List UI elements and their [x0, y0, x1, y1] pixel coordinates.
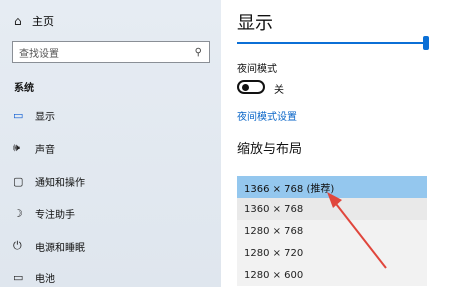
- brightness-slider-track[interactable]: [237, 42, 427, 44]
- display-settings-panel: 显示 夜间模式 关 夜间模式设置 缩放与布局 1366 × 768 (推荐) 1…: [221, 0, 466, 287]
- search-placeholder: 查找设置: [19, 48, 59, 60]
- search-input[interactable]: 查找设置 ⚲: [12, 41, 210, 63]
- night-mode-toggle[interactable]: [237, 80, 265, 94]
- resolution-option[interactable]: 1360 × 768: [237, 198, 427, 220]
- sidebar-item-label: 声音: [35, 144, 55, 156]
- sidebar-item-focus-assist[interactable]: ☽ 专注助手: [0, 200, 221, 226]
- sidebar-item-display[interactable]: ▭ 显示: [0, 102, 221, 128]
- power-icon: ⏻: [13, 239, 22, 252]
- resolution-option[interactable]: 1280 × 600: [237, 264, 427, 286]
- home-nav-item[interactable]: ⌂ 主页: [14, 13, 54, 29]
- sidebar-item-power-sleep[interactable]: ⏻ 电源和睡眠: [0, 233, 221, 259]
- battery-icon: ▭: [13, 270, 24, 284]
- sidebar-item-label: 电源和睡眠: [35, 242, 85, 254]
- sidebar-item-notifications[interactable]: ▢ 通知和操作: [0, 168, 221, 194]
- sidebar-item-label: 通知和操作: [35, 177, 85, 189]
- search-icon: ⚲: [194, 46, 202, 58]
- resolution-option[interactable]: 1366 × 768 (推荐): [237, 176, 427, 198]
- settings-sidebar: ⌂ 主页 查找设置 ⚲ 系统 ▭ 显示 🕪 声音 ▢ 通知和操作 ☽ 专注助手 …: [0, 0, 221, 287]
- resolution-dropdown-list[interactable]: 1366 × 768 (推荐) 1360 × 768 1280 × 768 12…: [237, 176, 427, 286]
- home-label: 主页: [32, 15, 54, 28]
- moon-icon: ☽: [13, 206, 23, 220]
- brightness-slider-thumb[interactable]: [423, 36, 429, 50]
- section-title: 系统: [14, 83, 34, 94]
- sound-icon: 🕪: [13, 141, 20, 154]
- night-mode-label: 夜间模式: [237, 64, 277, 75]
- sidebar-item-sound[interactable]: 🕪 声音: [0, 135, 221, 161]
- page-title: 显示: [237, 13, 273, 34]
- home-icon: ⌂: [14, 14, 22, 28]
- resolution-option[interactable]: 1280 × 720: [237, 242, 427, 264]
- notification-icon: ▢: [13, 174, 24, 188]
- night-mode-state: 关: [274, 85, 284, 96]
- sidebar-item-label: 专注助手: [35, 209, 75, 221]
- toggle-knob: [242, 84, 249, 91]
- scale-layout-heading: 缩放与布局: [237, 142, 303, 157]
- sidebar-item-label: 电池: [35, 273, 55, 285]
- night-mode-settings-link[interactable]: 夜间模式设置: [237, 108, 297, 123]
- resolution-option[interactable]: 1280 × 768: [237, 220, 427, 242]
- sidebar-item-label: 显示: [35, 111, 55, 123]
- display-icon: ▭: [13, 108, 24, 122]
- sidebar-item-battery[interactable]: ▭ 电池: [0, 264, 221, 287]
